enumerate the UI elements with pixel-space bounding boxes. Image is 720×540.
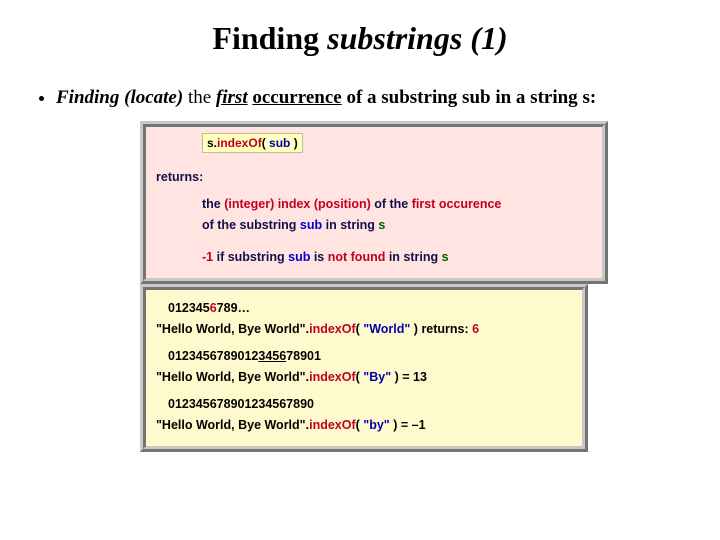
bullet-list: Finding (locate) the first occurrence of… [32,85,688,111]
ex3-call: "Hello World, Bye World".indexOf( "by" )… [156,417,572,434]
idx: 012345 [168,301,210,315]
t: (integer) index (position) [224,197,371,211]
ex-arg: "World" [360,322,414,336]
bullet-first: first [216,87,248,108]
t: of the [371,197,412,211]
def-line-1: the (integer) index (position) of the fi… [156,196,592,213]
t: not found [328,250,386,264]
ex-str: "Hello World, Bye World" [156,322,306,336]
bullet-text: of a substring [342,87,462,108]
bullet-lead: Finding (locate) [56,87,183,108]
ex3-index: 012345678901234567890 [156,396,572,413]
p: ) = 13 [395,370,427,384]
bullet-text: in a string [491,87,583,108]
idx: 012345678901234567890 [168,397,314,411]
t: in string [322,218,378,232]
panels: s.indexOf( sub ) returns: the (integer) … [32,121,688,452]
ex-str: "Hello World, Bye World" [156,370,306,384]
ex-returns: returns: [421,322,472,336]
ex2-call: "Hello World, Bye World".indexOf( "By" )… [156,369,572,386]
definition-panel: s.indexOf( sub ) returns: the (integer) … [140,121,608,285]
bullet-item: Finding (locate) the first occurrence of… [56,85,688,111]
chip-paren-close: ) [290,136,297,150]
idx: 0123456789012 [168,349,258,363]
title-plain: Finding [212,20,327,56]
ex2-index: 0123456789012345678901 [156,348,572,365]
bullet-s: s: [582,87,596,108]
t: sub [300,218,322,232]
title-italic: substrings (1) [327,20,508,56]
code-chip-row: s.indexOf( sub ) [156,133,592,159]
slide: Finding substrings (1) Finding (locate) … [0,0,720,452]
t: of the substring [202,218,300,232]
p: ) = –1 [393,418,425,432]
ex-method: indexOf [309,370,356,384]
t: s [442,250,449,264]
ex-arg: "by" [360,418,393,432]
bullet-text: the [183,87,216,108]
chip-arg: sub [269,136,290,150]
chip-paren-open: ( [262,136,269,150]
chip-object: s. [207,136,217,150]
t: if substring [213,250,288,264]
idx: 78901 [286,349,321,363]
idx-hi: 6 [210,301,217,315]
def-line-2: of the substring sub in string s [156,217,592,234]
t: sub [288,250,310,264]
ex-method: indexOf [309,418,356,432]
ex-method: indexOf [309,322,356,336]
t: s [378,218,385,232]
ex1-call: "Hello World, Bye World".indexOf( "World… [156,321,572,338]
t: -1 [202,250,213,264]
idx: 789… [217,301,250,315]
bullet-sub: sub [462,87,491,108]
bullet-occurrence: occurrence [252,87,341,108]
examples-panel: 0123456789… "Hello World, Bye World".ind… [140,284,588,451]
ex-str: "Hello World, Bye World" [156,418,306,432]
chip-method: indexOf [217,136,262,150]
ex-value: 6 [472,322,479,336]
code-chip: s.indexOf( sub ) [202,133,303,153]
t: in string [385,250,441,264]
def-line-3: -1 if substring sub is not found in stri… [156,249,592,266]
t: the [202,197,224,211]
ex-arg: "By" [360,370,395,384]
page-title: Finding substrings (1) [32,20,688,57]
t: first occurence [412,197,502,211]
returns-label: returns: [156,169,592,186]
t: is [310,250,327,264]
idx-underline: 3456 [258,349,286,363]
ex1-index: 0123456789… [156,300,572,317]
